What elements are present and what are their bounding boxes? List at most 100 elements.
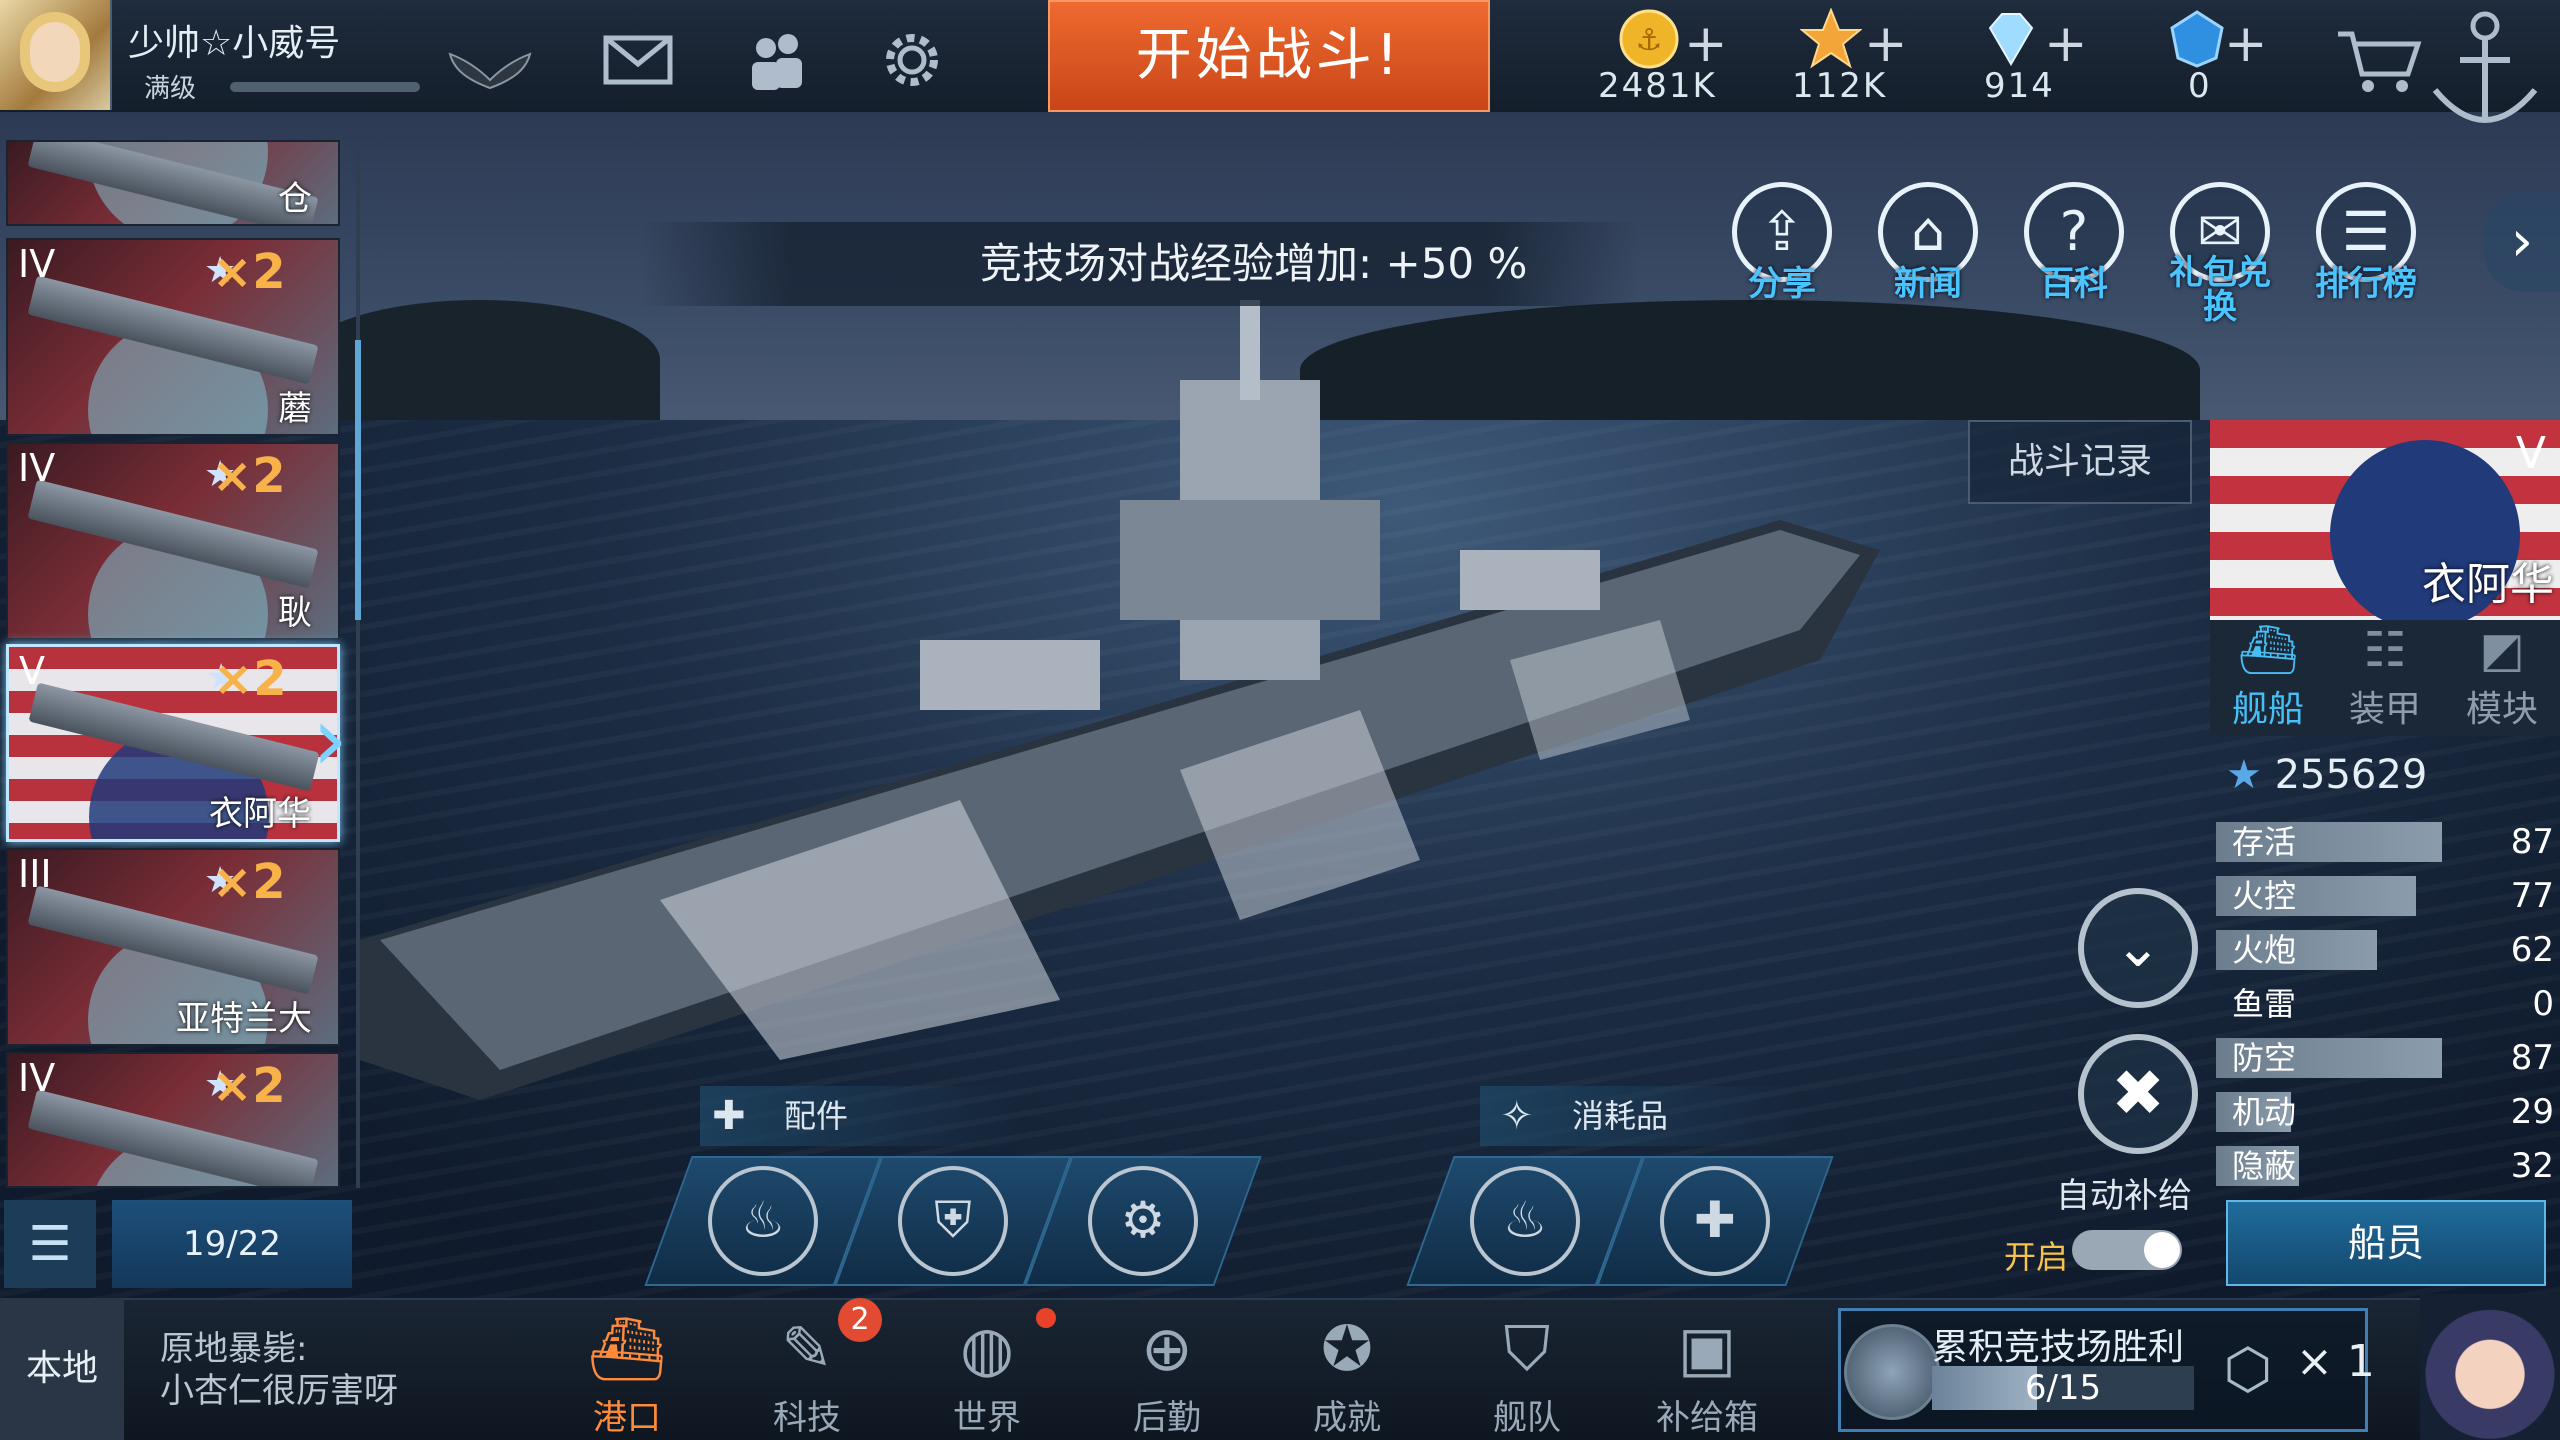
selected-arrow-icon: › [312,687,348,792]
arena-medal-icon [1844,1324,1940,1420]
nav-label: 补给箱 [1656,1398,1758,1438]
add-gold-button[interactable]: + [1684,18,1728,70]
stat-value: 87 [2510,1038,2554,1078]
ship-card[interactable]: IV ★ ×2 [6,1052,340,1188]
nav-logistics[interactable]: ⊕ 后勤 [1092,1308,1242,1439]
parts-section-header: ✚ 配件 [700,1086,1020,1146]
diamond-icon [1988,13,2034,66]
player-avatar[interactable] [0,0,112,110]
gem-value: 0 [2188,66,2212,106]
stat-value: 87 [2510,822,2554,862]
blue-gem-icon [2170,10,2224,68]
reward-hexagon-icon: ⬡ [2223,1337,2273,1402]
consumables-label: 消耗品 [1572,1097,1669,1135]
nav-world[interactable]: ◍ 世界 [912,1308,1062,1439]
exp-multiplier: ×2 [212,854,286,910]
repair-tools-icon[interactable]: ✖ [2078,1034,2198,1154]
news-button[interactable]: ⌂ 新闻 [1870,182,1986,305]
stat-label: 存活 [2232,823,2297,861]
add-gem-button[interactable]: + [2224,18,2268,70]
add-star-button[interactable]: + [1864,18,1908,70]
tab-armor[interactable]: ☷ 装甲 [2327,620,2443,736]
list-view-icon[interactable]: ☰ [4,1200,96,1288]
anchor-icon[interactable] [2420,0,2550,140]
crew-button[interactable]: 船员 [2226,1200,2546,1286]
auto-supply-state: 开启 [2004,1238,2069,1276]
add-diamond-button[interactable]: + [2044,18,2088,70]
ship-card-selected[interactable]: V ★ ×2 衣阿华 [6,644,340,842]
share-label: 分享 [1748,264,1816,304]
tab-module[interactable]: ◩ 模块 [2444,620,2560,736]
ship-card[interactable]: 仓 [6,140,340,226]
chat-line: 小杏仁很厉害呀 [160,1371,398,1411]
leaderboard-button[interactable]: ☰ 排行榜 [2308,182,2424,305]
nav-label: 港口 [593,1398,661,1438]
extinguisher-icon: ♨ [708,1166,818,1276]
stat-row: 存活 87 [2216,822,2554,862]
gift-redeem-button[interactable]: ✉ 礼包兑换 [2162,182,2278,324]
auto-supply-toggle[interactable] [2072,1230,2182,1270]
stat-row: 机动 29 [2216,1092,2554,1132]
nav-label: 舰队 [1493,1398,1561,1438]
battle-record-button[interactable]: 战斗记录 [1968,420,2192,504]
ship-name: 蘑 [278,389,312,429]
tab-label: 舰船 [2231,689,2304,730]
supply-box-icon: ▣ [1677,1312,1737,1385]
tab-ship[interactable]: ⛴ 舰船 [2210,620,2326,736]
ship-card[interactable]: III ★ ×2 亚特兰大 [6,848,340,1046]
ship-list-scrollbar[interactable] [356,148,360,1188]
extinguisher-icon: ♨ [1470,1166,1580,1276]
exp-multiplier: ×2 [212,244,286,300]
logistics-icon: ⊕ [1141,1312,1193,1385]
ship-list-scroll-thumb[interactable] [355,340,361,620]
arena-progress-text: 6/15 [2024,1368,2102,1408]
auto-supply-label: 自动补给 [2056,1176,2192,1216]
gear-icon[interactable] [874,22,950,98]
adjutant-avatar[interactable] [2420,1294,2560,1440]
nav-achievement[interactable]: ✪ 成就 [1272,1308,1422,1439]
share-button[interactable]: ⇪ 分享 [1724,182,1840,305]
stat-label: 火控 [2232,877,2297,915]
stat-value: 62 [2510,930,2554,970]
reward-count: × 1 [2296,1336,2375,1387]
ship-name: 衣阿华 [2422,559,2554,610]
stat-row: 火炮 62 [2216,930,2554,970]
ship-tier: IV [18,446,56,490]
armor-icon: ☷ [2363,622,2407,678]
nav-harbor[interactable]: ⛴ 港口 [552,1308,702,1439]
nav-supply-box[interactable]: ▣ 补给箱 [1632,1308,1782,1439]
tab-label: 装甲 [2348,689,2421,730]
chat-preview[interactable]: 原地暴毙: 小杏仁很厉害呀 [160,1328,540,1412]
ship-name: 仓 [278,179,312,219]
achievement-icon: ✪ [1321,1312,1373,1385]
local-chat-channel-button[interactable]: 本地 [0,1298,124,1440]
chat-line: 原地暴毙: [160,1329,308,1369]
selected-ship-banner: V 衣阿华 [2210,420,2560,620]
stat-value: 29 [2510,1092,2554,1132]
ship-icon: ⛴ [2237,622,2299,678]
cart-icon[interactable] [2334,26,2424,96]
ship-tier: V [19,649,45,693]
avatar-face [30,22,80,82]
arena-wins-title: 累积竞技场胜利 [1932,1327,2185,1368]
stat-value: 77 [2510,876,2554,916]
consumables-section-header: ✧ 消耗品 [1480,1086,1800,1146]
encyclopedia-button[interactable]: ? 百科 [2016,182,2132,305]
nav-fleet[interactable]: ⛉ 舰队 [1452,1308,1602,1439]
friends-icon[interactable] [738,22,814,98]
exp-bar [230,82,420,92]
player-level: 满级 [144,74,197,104]
expand-menu-arrow-icon[interactable]: › [2484,192,2560,292]
svg-text:⚓: ⚓ [1636,23,1663,58]
ship-card[interactable]: IV ★ ×2 蘑 [6,238,340,436]
start-battle-button[interactable]: 开始战斗! [1048,0,1490,112]
stat-value: 0 [2532,984,2554,1024]
nav-label: 成就 [1313,1398,1381,1438]
wings-badge-icon[interactable] [448,50,532,90]
nav-label: 后勤 [1133,1398,1201,1438]
rank-chevron-icon[interactable]: ⌄ [2078,888,2198,1008]
stat-row: 鱼雷 0 [2216,984,2554,1024]
ship-card[interactable]: IV ★ ×2 耿 [6,442,340,640]
battleship-iowa-model[interactable] [360,300,1960,1100]
mail-icon[interactable] [600,22,676,98]
